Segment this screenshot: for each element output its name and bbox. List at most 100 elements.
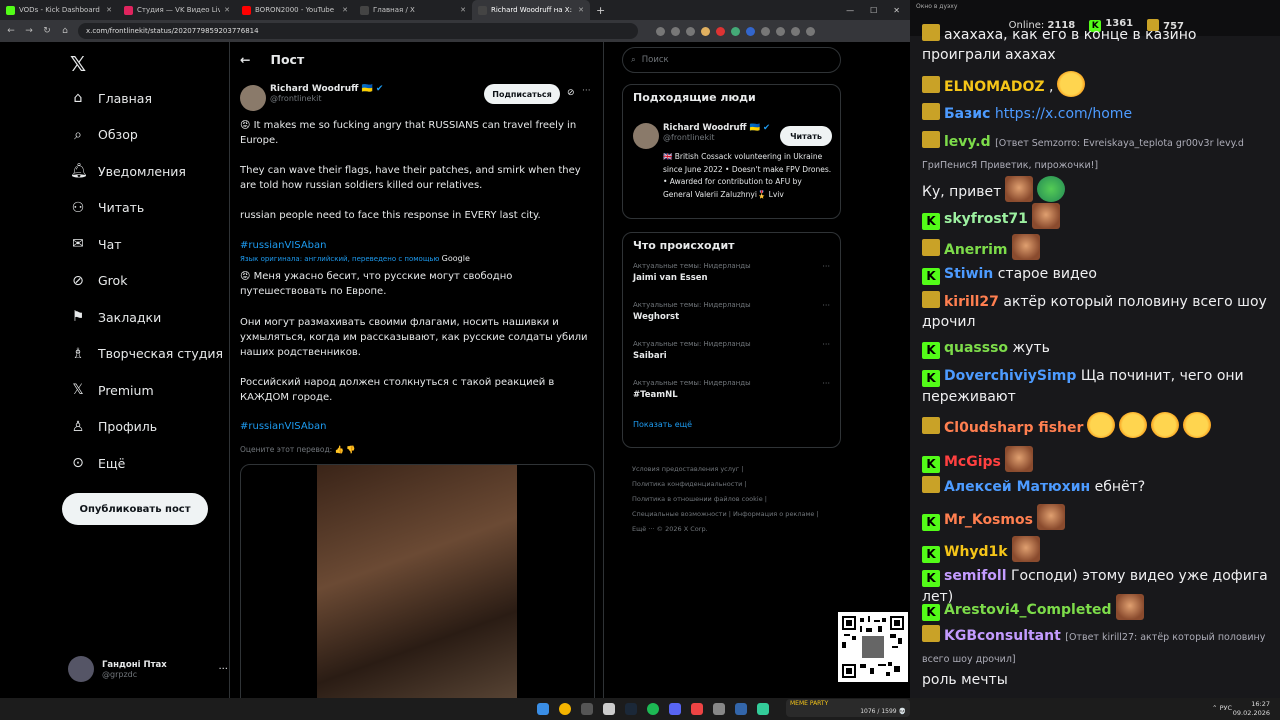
trend-item[interactable]: Актуальные темы: Нидерланды #TeamNL ··· <box>623 375 840 414</box>
chat-username[interactable]: Whyd1k <box>944 544 1008 560</box>
tab-x-home[interactable]: Главная / X ✕ <box>354 0 472 20</box>
footer-link[interactable]: Ещё ··· © 2026 X Corp. <box>632 522 832 537</box>
hashtag-link[interactable]: #russianVISAban <box>240 238 595 253</box>
nav-bookmarks[interactable]: ⚑ Закладки <box>60 299 230 336</box>
tab-kick[interactable]: VODs - Kick Dashboard ✕ <box>0 0 118 20</box>
nav-explore[interactable]: ⌕ Обзор <box>60 117 230 154</box>
chat-username[interactable]: KGBconsultant <box>944 628 1061 644</box>
chevron-up-icon[interactable]: ⌃ <box>1212 704 1217 712</box>
nav-more[interactable]: ⊙ Ещё <box>60 445 230 482</box>
app-icon[interactable] <box>735 703 747 715</box>
back-icon[interactable]: ← <box>6 26 16 36</box>
rate-translation[interactable]: Оцените этот перевод: 👍 👎 <box>240 442 595 457</box>
close-icon[interactable]: ✕ <box>224 6 230 14</box>
chat-link[interactable]: https://x.com/home <box>995 106 1132 122</box>
windows-start-icon[interactable] <box>537 703 549 715</box>
spotify-icon[interactable] <box>647 703 659 715</box>
close-icon[interactable]: ✕ <box>578 6 584 14</box>
author-name[interactable]: Richard Woodruff 🇺🇦 ✔ <box>270 84 383 94</box>
nav-home[interactable]: ⌂ Главная <box>60 80 230 117</box>
menu-icon[interactable] <box>806 26 815 36</box>
chrome-icon[interactable] <box>559 703 571 715</box>
more-icon[interactable]: ··· <box>822 262 830 271</box>
nav-profile[interactable]: ♙ Профиль <box>60 409 230 446</box>
forward-icon[interactable]: → <box>24 26 34 36</box>
nav-follow[interactable]: ⚇ Читать <box>60 190 230 227</box>
app-icon[interactable] <box>713 703 725 715</box>
new-tab-button[interactable]: + <box>590 4 611 17</box>
trend-item[interactable]: Актуальные темы: Нидерланды Saibari ··· <box>623 336 840 375</box>
more-icon[interactable]: ··· <box>822 379 830 388</box>
chat-username[interactable]: semifoll <box>944 568 1007 584</box>
url-field[interactable]: x.com/frontlinekit/status/20207798592037… <box>78 23 638 39</box>
subscribe-button[interactable]: Подписаться <box>484 84 560 104</box>
chat-username[interactable]: McGips <box>944 454 1001 470</box>
show-more-link[interactable]: Показать ещё <box>623 414 840 435</box>
trend-item[interactable]: Актуальные темы: Нидерланды Jaimi van Ess… <box>623 258 840 297</box>
home-icon[interactable]: ⌂ <box>60 26 70 36</box>
more-icon[interactable]: ··· <box>582 86 591 96</box>
zoom-icon[interactable] <box>656 26 665 36</box>
app-icon[interactable] <box>691 703 703 715</box>
chat-username[interactable]: kirill27 <box>944 294 999 310</box>
extension-icon[interactable] <box>701 26 710 36</box>
person-name[interactable]: Richard Woodruff 🇺🇦 ✔ <box>663 123 770 133</box>
cast-icon[interactable] <box>671 26 680 36</box>
maximize-icon[interactable]: ☐ <box>870 6 877 15</box>
follow-button[interactable]: Читать <box>780 126 832 146</box>
chat-username[interactable]: Stiwin <box>944 266 993 282</box>
chat-username[interactable]: Mr_Kosmos <box>944 512 1033 528</box>
avatar[interactable] <box>633 123 659 149</box>
avatar[interactable] <box>240 85 266 111</box>
tab-x-post[interactable]: Richard Woodruff на X: «✕ <box>472 0 590 20</box>
nav-grok[interactable]: ⊘ Grok <box>60 263 230 300</box>
footer-link[interactable]: Политика в отношении файлов cookie | <box>632 492 832 507</box>
more-icon[interactable]: ··· <box>822 301 830 310</box>
minimize-icon[interactable]: — <box>846 6 854 15</box>
close-window-icon[interactable]: ✕ <box>893 6 900 15</box>
hashtag-link[interactable]: #russianVISAban <box>240 419 595 434</box>
steam-icon[interactable] <box>625 703 637 715</box>
footer-link[interactable]: Политика конфиденциальности | <box>632 477 832 492</box>
chat-username[interactable]: DoverchiviySimp <box>944 368 1076 384</box>
download-icon[interactable] <box>776 26 785 36</box>
more-icon[interactable]: ··· <box>822 340 830 349</box>
chat-username[interactable]: Anerrim <box>944 242 1008 258</box>
chat-username[interactable]: Алексей Матюхин <box>944 479 1090 495</box>
x-logo[interactable]: 𝕏 <box>70 52 86 76</box>
language-indicator[interactable]: РУС <box>1220 704 1232 712</box>
tab-youtube[interactable]: BORON2000 - YouTube ✕ <box>236 0 354 20</box>
extension-icon[interactable] <box>731 26 740 36</box>
more-icon[interactable]: ··· <box>218 664 228 675</box>
extension-icon[interactable] <box>716 26 725 36</box>
close-icon[interactable]: ✕ <box>460 6 466 14</box>
star-icon[interactable] <box>686 26 695 36</box>
chat-username[interactable]: skyfrost71 <box>944 211 1028 227</box>
reload-icon[interactable]: ↻ <box>42 26 52 36</box>
app-icon[interactable] <box>757 703 769 715</box>
chat-username[interactable]: Базис <box>944 106 990 122</box>
footer-link[interactable]: Специальные возможности | Информация о р… <box>632 507 832 522</box>
close-icon[interactable]: ✕ <box>342 6 348 14</box>
chat-username[interactable]: Cl0udsharp fisher <box>944 420 1083 436</box>
clock[interactable]: 16:27 09.02.2026 <box>1233 700 1270 718</box>
app-icon[interactable] <box>603 703 615 715</box>
nav-notifications[interactable]: 🔔︎ Уведомления <box>60 153 230 190</box>
trend-item[interactable]: Актуальные темы: Нидерланды Weghorst ··· <box>623 297 840 336</box>
app-icon[interactable] <box>581 703 593 715</box>
nav-chat[interactable]: ✉ Чат <box>60 226 230 263</box>
video-player[interactable] <box>240 464 595 720</box>
puzzle-icon[interactable] <box>761 26 770 36</box>
grok-icon[interactable]: ⊘ <box>567 88 575 98</box>
close-icon[interactable]: ✕ <box>106 6 112 14</box>
discord-icon[interactable] <box>669 703 681 715</box>
nav-creator-studio[interactable]: ♗ Творческая студия <box>60 336 230 373</box>
tab-vk[interactable]: Студия — VK Видео Live ✕ <box>118 0 236 20</box>
nav-premium[interactable]: 𝕏 Premium <box>60 372 230 409</box>
chat-username[interactable]: quassso <box>944 340 1008 356</box>
post-button[interactable]: Опубликовать пост <box>62 493 208 525</box>
profile-icon[interactable] <box>791 26 800 36</box>
chat-username[interactable]: ELNOMADOZ <box>944 79 1045 95</box>
back-icon[interactable]: ← <box>240 52 250 67</box>
chat-username[interactable]: Arestovi4_Completed <box>944 602 1112 618</box>
